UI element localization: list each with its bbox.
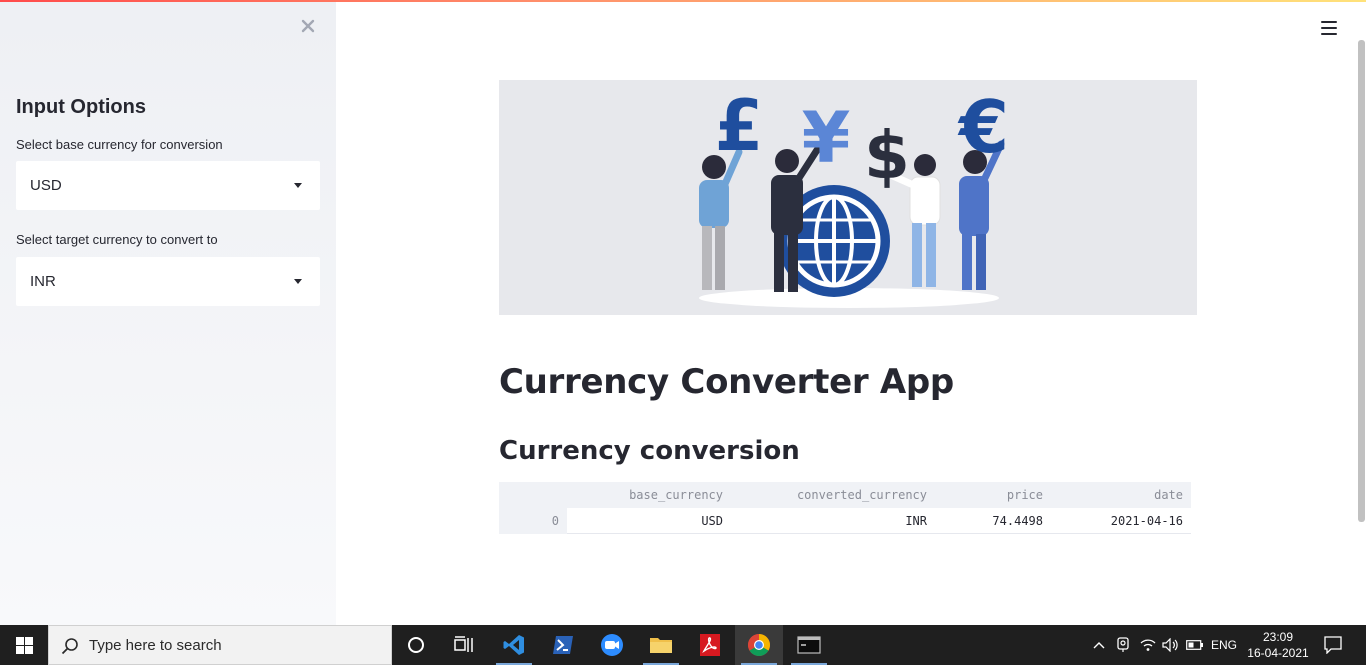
table-header: base_currency converted_currency price d… [499,482,1191,508]
start-button[interactable] [0,625,48,665]
language-indicator: ENG [1210,638,1237,652]
table-row: USD INR 74.4498 2021-04-16 [499,508,1191,534]
volume-tray-button[interactable] [1160,625,1182,665]
page-title: Currency Converter App [499,362,954,402]
zoom-icon [601,634,623,656]
target-currency-label: Select target currency to convert to [16,232,218,247]
acrobat-icon [700,634,720,656]
pound-symbol: £ [715,85,764,167]
sidebar-title: Input Options [16,96,146,118]
task-view-button[interactable] [440,625,488,665]
zoom-taskbar-button[interactable] [588,625,636,665]
speaker-icon [1162,638,1178,652]
column-header: price [1006,488,1043,502]
windows-icon [15,636,33,654]
base-currency-select[interactable]: USD [16,161,320,210]
close-icon [301,19,315,33]
main-menu-button[interactable] [1321,21,1337,37]
dollar-symbol: $ [864,117,910,194]
folder-icon [650,638,672,653]
hero-image: £ ¥ $ € [499,80,1197,315]
vscode-icon [503,635,524,655]
column-header: date [1154,488,1183,502]
task-view-icon [454,636,473,652]
table-cell: INR [905,514,927,528]
search-icon [61,638,78,655]
cortana-button[interactable] [392,625,440,665]
table-cell: 74.4498 [992,514,1043,528]
conversion-table[interactable]: base_currency converted_currency price d… [499,482,1191,534]
yen-symbol: ¥ [802,97,851,179]
show-hidden-icons-button[interactable] [1089,625,1109,665]
row-index-value: 0 [551,514,559,528]
base-currency-value: USD [30,177,62,194]
close-sidebar-button[interactable] [298,16,318,36]
table-cell: USD [701,514,723,528]
caret-down-icon [294,279,302,284]
terminal-icon [797,636,821,654]
powershell-taskbar-button[interactable] [539,625,587,665]
powershell-icon [553,636,573,654]
sidebar: Input Options Select base currency for c… [0,0,336,625]
scrollbar[interactable] [1358,40,1365,522]
clock-date: 16-04-2021 [1247,646,1309,660]
chevron-up-icon [1093,642,1105,649]
euro-symbol: € [957,85,1009,169]
battery-tray-button[interactable] [1184,625,1206,665]
vscode-taskbar-button[interactable] [490,625,538,665]
column-header: converted_currency [796,488,927,502]
chrome-icon [748,634,770,656]
file-explorer-taskbar-button[interactable] [637,625,685,665]
acrobat-taskbar-button[interactable] [686,625,734,665]
action-center-button[interactable] [1320,625,1346,665]
taskbar-search-box[interactable]: Type here to search [48,625,392,665]
table-cell: 2021-04-16 [1110,514,1183,528]
base-currency-label: Select base currency for conversion [16,137,223,152]
chrome-taskbar-button[interactable] [735,625,783,665]
column-header: base_currency [629,488,723,502]
clock-time: 23:09 [1262,630,1294,644]
webcam-tray-button[interactable] [1113,625,1133,665]
caret-down-icon [294,183,302,188]
network-tray-button[interactable] [1137,625,1159,665]
terminal-taskbar-button[interactable] [785,625,833,665]
target-currency-value: INR [30,273,56,290]
battery-icon [1186,640,1203,650]
notification-icon [1324,636,1342,654]
top-decoration-bar [0,0,1366,2]
row-index: 0 [499,508,567,534]
camera-icon [1117,637,1129,652]
hamburger-icon [1321,21,1337,35]
taskbar: Type here to search ENG 23:09 16-04-2021 [0,625,1366,665]
currency-people-illustration: £ ¥ $ € [699,85,1009,308]
section-subheader: Currency conversion [499,436,800,466]
target-currency-select[interactable]: INR [16,257,320,306]
wifi-icon [1140,639,1156,651]
cortana-icon [408,637,424,653]
taskbar-clock[interactable]: 23:09 16-04-2021 [1244,629,1312,661]
search-placeholder: Type here to search [89,636,222,654]
input-language-button[interactable]: ENG [1208,625,1240,665]
